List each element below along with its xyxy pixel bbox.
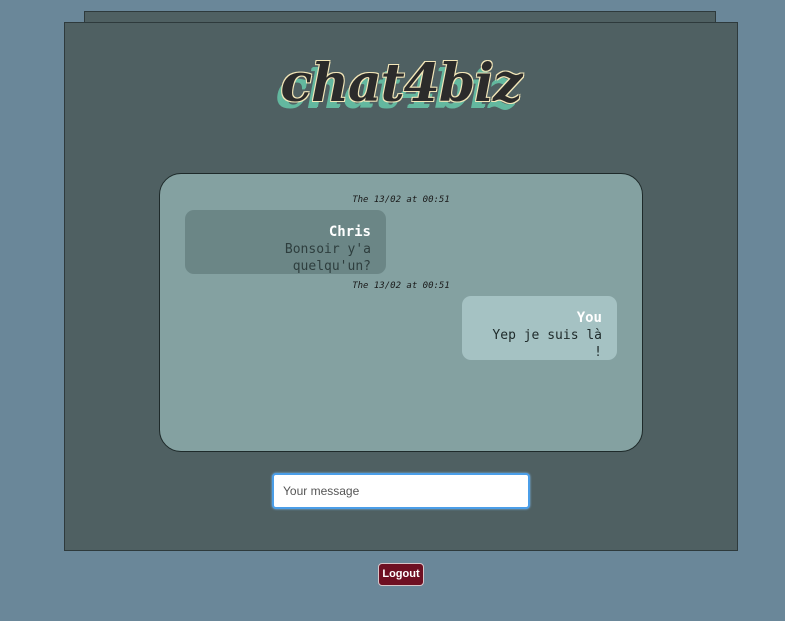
message-timestamp: The 13/02 at 00:51 xyxy=(352,195,450,205)
main-panel: chat4biz The 13/02 at 00:51 Chris Bonsoi… xyxy=(64,22,738,551)
message-sender: Chris xyxy=(328,224,371,240)
logout-button[interactable]: Logout xyxy=(378,563,424,586)
message-text: Yep je suis là ! xyxy=(492,328,602,360)
message-bubble-sent: You Yep je suis là ! xyxy=(462,296,617,360)
message-timestamp: The 13/02 at 00:51 xyxy=(352,281,450,291)
message-text: Bonsoir y'a quelqu'un? xyxy=(284,242,371,274)
message-input[interactable] xyxy=(272,473,530,509)
message-bubble-received: Chris Bonsoir y'a quelqu'un? xyxy=(185,210,386,274)
chat-messages-area[interactable]: The 13/02 at 00:51 Chris Bonsoir y'a que… xyxy=(159,173,643,452)
message-composer xyxy=(272,473,530,509)
app-logo: chat4biz xyxy=(280,53,522,114)
message-sender: You xyxy=(576,310,602,326)
